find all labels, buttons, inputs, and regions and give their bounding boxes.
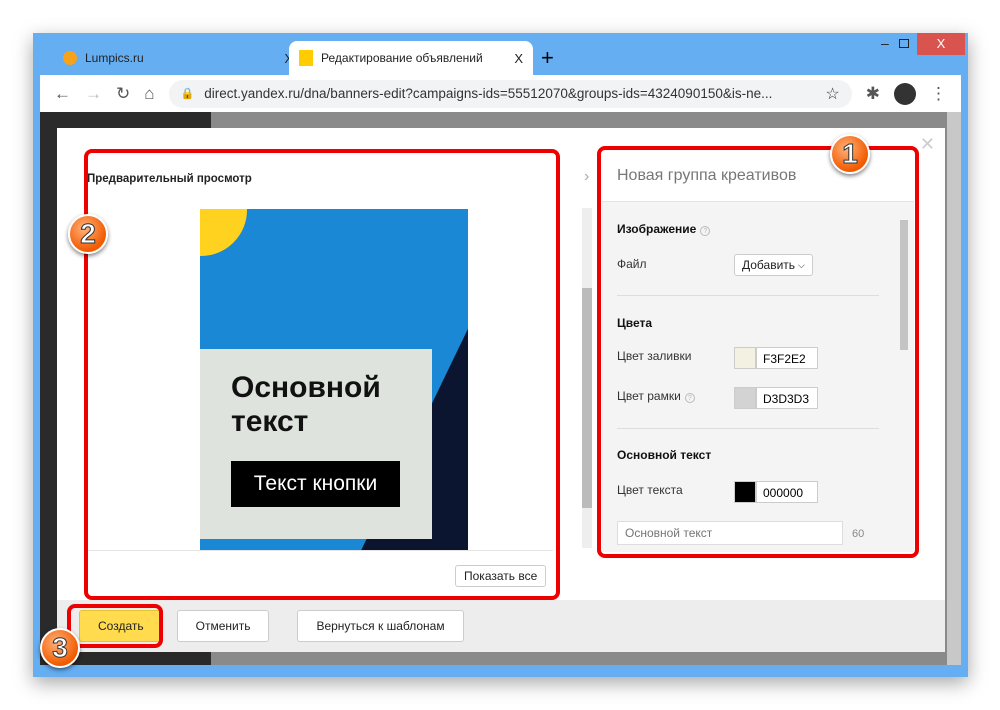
back-icon[interactable]: ← [54, 84, 71, 104]
reload-icon[interactable]: ↻ [116, 84, 130, 104]
star-icon[interactable]: ☆ [825, 84, 839, 104]
toolbar: ← → ↻ ⌂ 🔒 direct.yandex.ru/dna/banners-e… [40, 75, 961, 112]
tab-title: Редактирование объявлений [321, 51, 483, 65]
address-bar[interactable]: 🔒 direct.yandex.ru/dna/banners-edit?camp… [168, 79, 852, 108]
url-text: direct.yandex.ru/dna/banners-edit?campai… [204, 86, 773, 101]
tab-close-icon[interactable]: X [514, 51, 523, 66]
tab-edit-ads[interactable]: Редактирование объявлений X [289, 41, 533, 75]
step-badge-1: 1 [830, 134, 870, 174]
yandex-direct-favicon-icon [299, 50, 313, 66]
cancel-button[interactable]: Отменить [176, 610, 270, 642]
extensions-icon[interactable]: ✱ [866, 84, 880, 104]
step-badge-3: 3 [40, 628, 80, 668]
avatar[interactable] [894, 82, 916, 105]
modal-footer: Создать Отменить Вернуться к шаблонам [57, 600, 945, 652]
highlight-panel [597, 146, 919, 558]
page-scrollbar[interactable] [947, 112, 961, 665]
new-tab-button[interactable]: + [541, 45, 554, 71]
tab-title: Lumpics.ru [85, 51, 144, 65]
tab-lumpics[interactable]: Lumpics.ru X [53, 41, 303, 75]
home-icon[interactable]: ⌂ [144, 84, 154, 104]
close-window-button[interactable]: X [917, 33, 965, 55]
highlight-preview [84, 149, 560, 600]
lumpics-favicon-icon [63, 51, 77, 65]
back-to-templates-button[interactable]: Вернуться к шаблонам [297, 610, 464, 642]
minimize-button[interactable]: – [881, 35, 889, 51]
menu-icon[interactable]: ⋮ [930, 84, 947, 104]
close-modal-icon[interactable]: ✕ [920, 134, 935, 155]
forward-icon[interactable]: → [85, 84, 102, 104]
highlight-create [67, 604, 163, 648]
step-badge-2: 2 [68, 214, 108, 254]
chevron-right-icon[interactable]: › [584, 168, 589, 186]
maximize-button[interactable] [899, 39, 909, 48]
preview-scrollbar[interactable] [582, 208, 592, 548]
lock-icon: 🔒 [180, 88, 195, 100]
